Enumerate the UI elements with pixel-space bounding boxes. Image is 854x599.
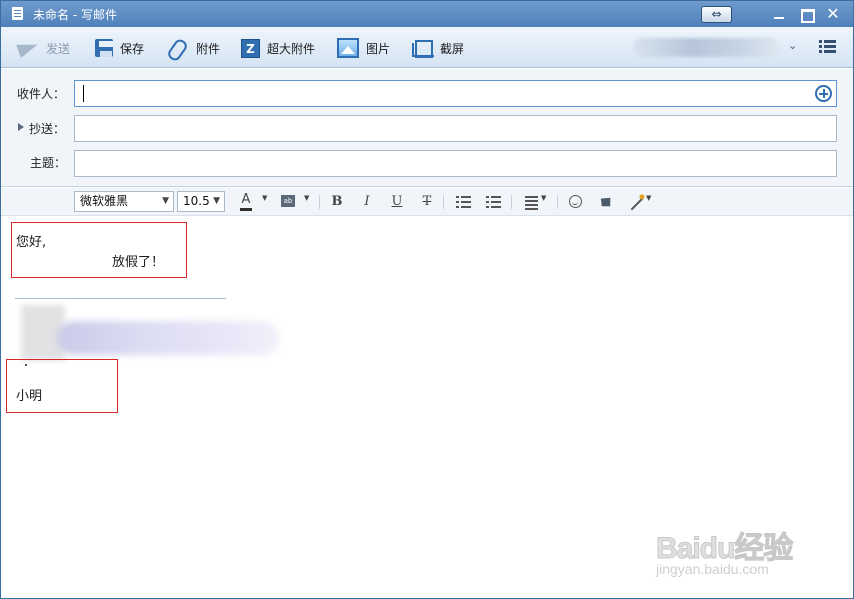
to-label: 收件人： bbox=[17, 87, 66, 101]
picture-button[interactable]: 图片 bbox=[337, 37, 390, 59]
emoji-icon[interactable] bbox=[569, 195, 582, 208]
text-caret bbox=[83, 85, 84, 102]
picture-icon bbox=[337, 38, 359, 58]
font-size-select[interactable]: 10.5 ▼ bbox=[177, 191, 225, 212]
greeting-text: 您好, bbox=[16, 235, 47, 250]
menu-list-icon[interactable] bbox=[819, 40, 836, 54]
to-field[interactable] bbox=[74, 80, 837, 107]
picture-label: 图片 bbox=[366, 41, 391, 56]
cc-label: 抄送： bbox=[29, 122, 66, 136]
screenshot-button[interactable]: 截屏 bbox=[411, 37, 464, 59]
font-family-value: 微软雅黑 bbox=[80, 194, 129, 208]
crop-icon bbox=[411, 38, 434, 58]
separator bbox=[511, 195, 512, 209]
chevron-down-icon[interactable]: ⌄ bbox=[788, 39, 797, 52]
header-fields: 收件人： 抄送： 主题： bbox=[1, 69, 853, 187]
maximize-button[interactable] bbox=[796, 5, 816, 23]
format-painter-icon[interactable] bbox=[598, 194, 615, 211]
font-size-value: 10.5 bbox=[183, 194, 210, 208]
subject-field[interactable] bbox=[74, 150, 837, 177]
watermark-url: jingyan.baidu.com bbox=[656, 561, 769, 577]
subject-label: 主题： bbox=[30, 156, 67, 170]
floppy-icon bbox=[95, 39, 113, 57]
screenshot-label: 截屏 bbox=[440, 41, 465, 56]
message-text: 放假了！ bbox=[112, 255, 165, 270]
blurred-signature-image bbox=[17, 297, 281, 365]
send-button[interactable]: 发送 bbox=[17, 37, 70, 59]
chevron-down-icon[interactable]: ▼ bbox=[304, 194, 309, 202]
big-attachment-icon: Z bbox=[241, 38, 260, 58]
bold-button[interactable]: B bbox=[331, 193, 343, 211]
baidu-watermark: Baidu经验 jingyan.baidu.com bbox=[655, 511, 816, 591]
compose-window: 未命名 - 写邮件 ⇔ ✕ 发送 保存 附件 Z 超大附件 图片 截屏 ⌄ 收件… bbox=[0, 0, 854, 599]
big-attach-label: 超大附件 bbox=[267, 41, 316, 56]
account-selector[interactable] bbox=[633, 38, 779, 57]
main-toolbar: 发送 保存 附件 Z 超大附件 图片 截屏 ⌄ bbox=[1, 27, 853, 68]
minimize-button[interactable] bbox=[769, 5, 789, 23]
resize-toggle-button[interactable]: ⇔ bbox=[701, 6, 732, 23]
send-icon bbox=[17, 38, 39, 58]
save-label: 保存 bbox=[120, 41, 145, 56]
underline-button[interactable]: U bbox=[391, 193, 403, 211]
numbered-list-icon[interactable] bbox=[486, 193, 501, 211]
paperclip-icon bbox=[167, 38, 189, 58]
separator bbox=[443, 195, 444, 209]
chevron-down-icon[interactable]: ▼ bbox=[646, 194, 651, 202]
font-color-icon[interactable]: A bbox=[240, 193, 252, 211]
cc-field[interactable] bbox=[74, 115, 837, 142]
add-contact-icon[interactable] bbox=[815, 85, 832, 102]
bullet-list-icon[interactable] bbox=[456, 193, 471, 211]
chevron-down-icon[interactable]: ▼ bbox=[541, 194, 546, 202]
separator bbox=[319, 195, 320, 209]
highlight-icon[interactable]: ab bbox=[281, 195, 295, 207]
title-bar: 未命名 - 写邮件 ⇔ ✕ bbox=[1, 1, 853, 27]
strikethrough-button[interactable]: T bbox=[421, 193, 433, 211]
chevron-down-icon: ▼ bbox=[162, 196, 169, 206]
document-icon bbox=[12, 7, 23, 20]
format-toolbar: 微软雅黑 ▼ 10.5 ▼ A ▼ ab ▼ B I U T ▼ ▼ bbox=[1, 188, 853, 216]
magic-wand-icon[interactable] bbox=[630, 197, 644, 211]
attach-button[interactable]: 附件 bbox=[167, 37, 220, 59]
send-label: 发送 bbox=[46, 41, 71, 56]
expand-triangle-icon[interactable] bbox=[18, 123, 24, 131]
align-icon[interactable] bbox=[525, 193, 538, 211]
save-button[interactable]: 保存 bbox=[95, 37, 144, 59]
attach-label: 附件 bbox=[196, 41, 221, 56]
signature-name: 小明 bbox=[16, 389, 43, 404]
window-title: 未命名 - 写邮件 bbox=[33, 8, 117, 22]
separator bbox=[557, 195, 558, 209]
chevron-down-icon[interactable]: ▼ bbox=[262, 194, 267, 202]
font-family-select[interactable]: 微软雅黑 ▼ bbox=[74, 191, 174, 212]
chevron-down-icon: ▼ bbox=[213, 196, 220, 206]
italic-button[interactable]: I bbox=[361, 193, 373, 211]
close-button[interactable]: ✕ bbox=[823, 5, 843, 23]
big-attach-button[interactable]: Z 超大附件 bbox=[241, 37, 315, 59]
